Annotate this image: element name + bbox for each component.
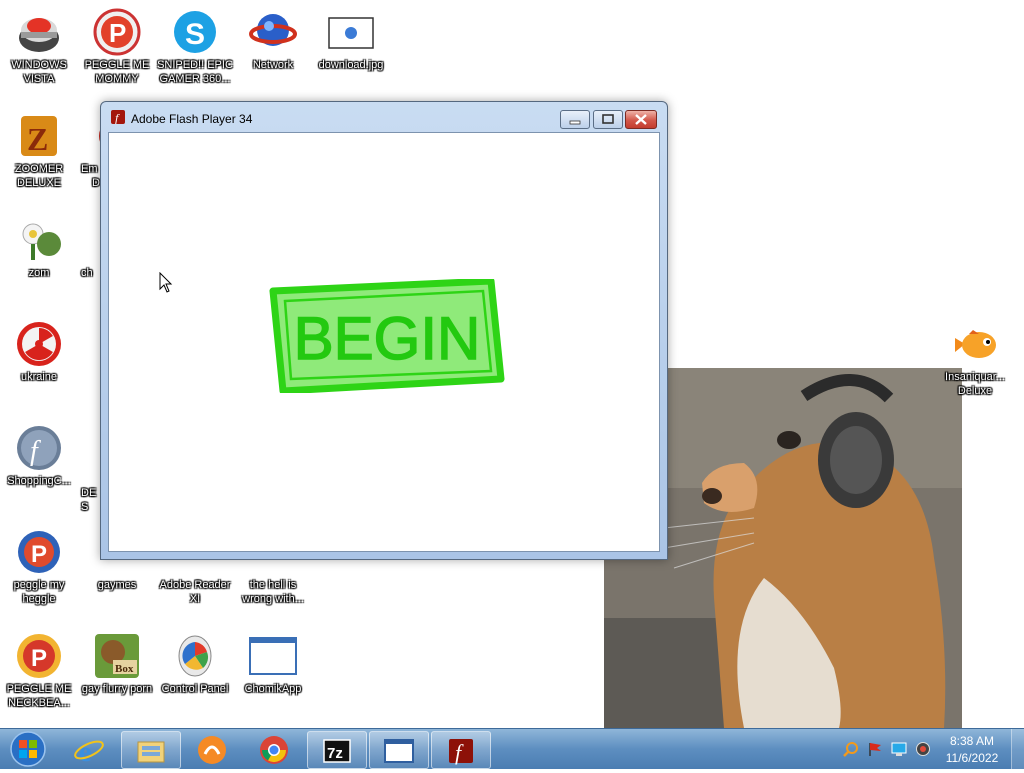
goldfish-icon <box>955 330 996 358</box>
show-desktop-button[interactable] <box>1011 729 1024 769</box>
close-button[interactable] <box>625 110 657 129</box>
desktop-icon-shopping[interactable]: f ShoppingC... <box>0 420 78 524</box>
image-file-icon <box>328 17 374 49</box>
svg-text:e: e <box>79 737 91 766</box>
svg-text:P: P <box>109 18 126 48</box>
flash-player-window[interactable]: f Adobe Flash Player 34 BEGIN <box>100 101 668 560</box>
svg-text:Z: Z <box>27 121 48 157</box>
peggle-nights-icon: P <box>18 531 60 573</box>
svg-text:S: S <box>185 18 205 51</box>
uc-browser-icon <box>198 736 226 764</box>
svg-text:P: P <box>31 645 47 672</box>
plants-vs-zombies-icon <box>22 223 61 260</box>
svg-text:Box: Box <box>115 663 134 675</box>
internet-explorer-icon: e <box>74 737 104 766</box>
flash-player-icon: f <box>17 426 61 470</box>
desktop-icon-sniped[interactable]: S SNIPED!! EPIC GAMER 360... <box>156 4 234 108</box>
volume-icon[interactable] <box>915 741 931 757</box>
desktop-icon-windows-vista[interactable]: WINDOWS VISTA <box>0 4 78 108</box>
7zip-icon: 7z <box>323 739 351 763</box>
desktop-icon-gay-flurry-porn[interactable]: Box gay flurry porn <box>78 628 156 732</box>
peggle-deluxe-icon: P <box>17 634 61 678</box>
flash-content-area[interactable]: BEGIN <box>108 132 660 552</box>
minimize-icon <box>569 120 581 125</box>
desktop-icon-partial-des[interactable]: DES <box>78 420 102 524</box>
desktop-icon-partial-ch[interactable]: ch <box>78 212 100 316</box>
taskbar-internet-explorer[interactable]: e <box>60 731 118 767</box>
mouse-cursor-icon <box>159 272 173 293</box>
desktop-icon-peggle-my-heggle[interactable]: P peggle my heggle <box>0 524 78 628</box>
maximize-icon <box>602 114 614 124</box>
taskbar-7zip[interactable]: 7z <box>307 731 367 769</box>
control-panel-icon <box>178 635 212 677</box>
peggle-icon: P <box>93 8 141 56</box>
svg-text:7z: 7z <box>327 745 343 762</box>
taskbar: e 7z f 8:38 AM 11/6/2022 <box>0 728 1024 769</box>
folder-icon <box>137 741 165 763</box>
begin-button[interactable]: BEGIN <box>269 277 505 395</box>
search-magnifier-icon[interactable] <box>843 741 859 757</box>
taskbar-flash-player[interactable]: f <box>431 731 491 769</box>
desktop-icon-control-panel[interactable]: Control Panel <box>156 628 234 732</box>
flash-player-icon: f <box>449 739 473 765</box>
radiation-icon <box>17 322 61 366</box>
vista-gadget-icon <box>19 18 59 52</box>
windows-start-orb-icon <box>10 731 46 767</box>
zuma-icon: Z <box>21 116 57 157</box>
desktop-icon-network[interactable]: Network <box>234 4 312 108</box>
desktop-icon-ukraine[interactable]: ukraine <box>0 316 78 420</box>
desktop-icon-chomikapp[interactable]: ChomikApp <box>234 628 312 732</box>
action-center-flag-icon[interactable] <box>867 741 883 757</box>
minimize-button[interactable] <box>560 110 590 129</box>
network-monitor-icon[interactable] <box>891 741 907 757</box>
clock-date[interactable]: 11/6/2022 <box>930 751 1014 765</box>
desktop-icon-peggle-neckbeard[interactable]: P PEGGLE ME NECKBEA... <box>0 628 78 732</box>
desktop-icon-zoomer-deluxe[interactable]: Z ZOOMER DELUXE <box>0 108 78 212</box>
taskbar-chrome[interactable] <box>245 731 303 767</box>
window-app-icon <box>384 739 414 763</box>
start-button[interactable] <box>4 730 52 768</box>
begin-label: BEGIN <box>294 305 481 372</box>
desktop-icon-insaniquarium[interactable]: Insaniquar... Deluxe <box>936 316 1014 420</box>
maximize-button[interactable] <box>593 110 623 129</box>
taskbar-uc-browser[interactable] <box>183 731 241 767</box>
svg-text:P: P <box>31 541 47 568</box>
window-app-icon <box>249 637 297 675</box>
desktop-icon-zom[interactable]: zom <box>0 212 78 316</box>
chrome-icon <box>260 736 288 764</box>
clock-time[interactable]: 8:38 AM <box>930 734 1014 748</box>
desktop-icon-download-jpg[interactable]: download.jpg <box>312 4 390 108</box>
taskbar-window-app[interactable] <box>369 731 429 769</box>
network-globe-icon <box>249 14 297 46</box>
window-titlebar[interactable]: f Adobe Flash Player 34 <box>101 102 667 132</box>
svg-text:f: f <box>115 111 120 124</box>
skype-icon: S <box>174 11 216 53</box>
flash-player-icon: f <box>111 110 125 125</box>
close-icon <box>635 114 647 125</box>
desktop-icon-peggle-me-mommy[interactable]: P PEGGLE ME MOMMY <box>78 4 156 108</box>
window-title: Adobe Flash Player 34 <box>131 112 253 126</box>
taskbar-explorer[interactable] <box>121 731 181 769</box>
bear-box-icon: Box <box>95 634 139 678</box>
